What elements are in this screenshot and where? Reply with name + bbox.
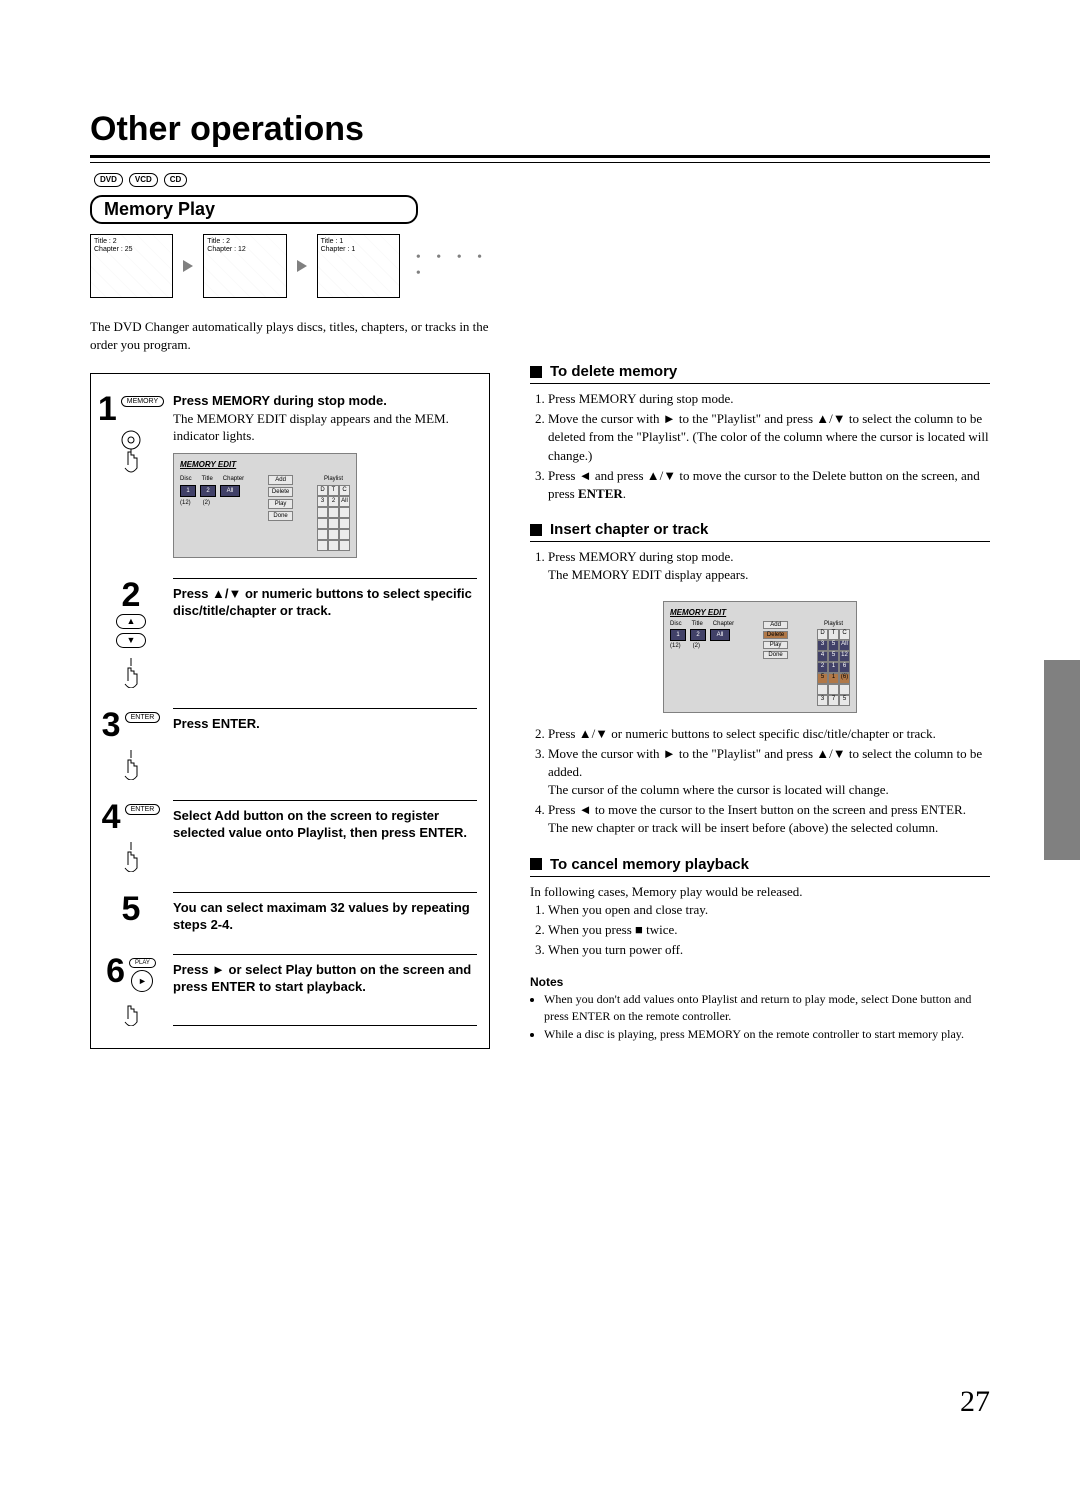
square-bullet-icon bbox=[530, 858, 542, 870]
subhead-delete: To delete memory bbox=[530, 363, 990, 384]
memory-play-illustration: Title : 2 Chapter : 25 Title : 2 Chapter… bbox=[90, 234, 490, 298]
up-button-icon: ▲ bbox=[116, 614, 146, 629]
step-title: You can select maximam 32 values by repe… bbox=[173, 900, 470, 933]
cd-badge: CD bbox=[164, 173, 188, 187]
dvd-badge: DVD bbox=[94, 173, 123, 187]
list-item: Move the cursor with ► to the "Playlist"… bbox=[548, 410, 990, 465]
play-circle-icon: ► bbox=[131, 970, 153, 992]
step-number: 6 bbox=[106, 954, 125, 988]
list-item: Press ◄ to move the cursor to the Insert… bbox=[548, 801, 990, 837]
page-title: Other operations bbox=[90, 110, 990, 149]
list-item: Move the cursor with ► to the "Playlist"… bbox=[548, 745, 990, 800]
insert-list-pre: Press MEMORY during stop mode.The MEMORY… bbox=[530, 548, 990, 584]
enter-button-icon: ENTER bbox=[125, 712, 161, 723]
step-title: Press ► or select Play button on the scr… bbox=[173, 962, 471, 995]
down-button-icon: ▼ bbox=[116, 633, 146, 648]
step-4: 4 ENTER Select Add button on the screen … bbox=[101, 792, 477, 884]
notes-head: Notes bbox=[530, 975, 990, 989]
thumb-1: Title : 2 Chapter : 25 bbox=[90, 234, 173, 298]
square-bullet-icon bbox=[530, 366, 542, 378]
notes-list: When you don't add values onto Playlist … bbox=[530, 991, 990, 1042]
step-title: Select Add button on the screen to regis… bbox=[173, 808, 467, 841]
cancel-list: When you open and close tray. When you pr… bbox=[530, 901, 990, 960]
step-number: 5 bbox=[122, 892, 141, 926]
step-title: Press ENTER. bbox=[173, 716, 260, 731]
play-button-icon: PLAY bbox=[129, 958, 156, 968]
press-hand-icon bbox=[113, 430, 149, 474]
page-number: 27 bbox=[960, 1385, 990, 1419]
delete-list: Press MEMORY during stop mode. Move the c… bbox=[530, 390, 990, 503]
step-1: 1 MEMORY Press MEMORY during stop mode. … bbox=[101, 384, 477, 570]
memory-edit-display: MEMORY EDIT Disc Title Chapter bbox=[173, 453, 357, 558]
list-item: When you press ■ twice. bbox=[548, 921, 990, 939]
intro-text: The DVD Changer automatically plays disc… bbox=[90, 318, 490, 353]
press-hand-icon bbox=[113, 746, 149, 780]
subhead-cancel: To cancel memory playback bbox=[530, 856, 990, 877]
list-item: When you don't add values onto Playlist … bbox=[544, 991, 990, 1023]
press-hand-icon bbox=[113, 654, 149, 688]
step-title: Press MEMORY during stop mode. bbox=[173, 393, 387, 408]
press-hand-icon bbox=[113, 838, 149, 872]
square-bullet-icon bbox=[530, 524, 542, 536]
thumb-2: Title : 2 Chapter : 12 bbox=[203, 234, 286, 298]
list-item: When you open and close tray. bbox=[548, 901, 990, 919]
step-number: 1 bbox=[98, 392, 117, 426]
step-number: 4 bbox=[102, 800, 121, 834]
list-item: When you turn power off. bbox=[548, 941, 990, 959]
enter-button-icon: ENTER bbox=[125, 804, 161, 815]
ellipsis-icon: • • • • • bbox=[416, 250, 490, 282]
step-number: 3 bbox=[102, 708, 121, 742]
step-title: Press ▲/▼ or numeric buttons to select s… bbox=[173, 586, 472, 619]
arrow-right-icon bbox=[183, 260, 193, 272]
list-item: While a disc is playing, press MEMORY on… bbox=[544, 1026, 990, 1042]
step-5: 5 You can select maximam 32 values by re… bbox=[101, 884, 477, 946]
memory-button-icon: MEMORY bbox=[121, 396, 164, 407]
list-item: Press ▲/▼ or numeric buttons to select s… bbox=[548, 725, 990, 743]
disc-badges: DVD VCD CD bbox=[90, 173, 490, 187]
side-tab bbox=[1044, 660, 1080, 860]
step-3: 3 ENTER Press ENTER. bbox=[101, 700, 477, 792]
title-rule bbox=[90, 155, 990, 163]
list-item: Press ◄ and press ▲/▼ to move the cursor… bbox=[548, 467, 990, 503]
thumb-3: Title : 1 Chapter : 1 bbox=[317, 234, 400, 298]
feature-heading: Memory Play bbox=[90, 195, 418, 224]
arrow-right-icon bbox=[297, 260, 307, 272]
cancel-intro: In following cases, Memory play would be… bbox=[530, 883, 990, 901]
steps-box: 1 MEMORY Press MEMORY during stop mode. … bbox=[90, 373, 490, 1049]
memory-edit-display-2: MEMORY EDIT Disc Title Chapter 1 2 bbox=[663, 601, 857, 713]
subhead-insert: Insert chapter or track bbox=[530, 521, 990, 542]
vcd-badge: VCD bbox=[129, 173, 158, 187]
press-hand-icon bbox=[113, 996, 149, 1026]
step-body: The MEMORY EDIT display appears and the … bbox=[173, 411, 449, 444]
step-number: 2 bbox=[122, 578, 141, 612]
step-2: 2 ▲ ▼ Press ▲/▼ or numeric buttons to se… bbox=[101, 570, 477, 700]
insert-list-post: Press ▲/▼ or numeric buttons to select s… bbox=[530, 725, 990, 838]
step-6: 6 PLAY ► Press ► or select Play button o… bbox=[101, 946, 477, 1038]
list-item: Press MEMORY during stop mode. bbox=[548, 390, 990, 408]
list-item: Press MEMORY during stop mode.The MEMORY… bbox=[548, 548, 990, 584]
